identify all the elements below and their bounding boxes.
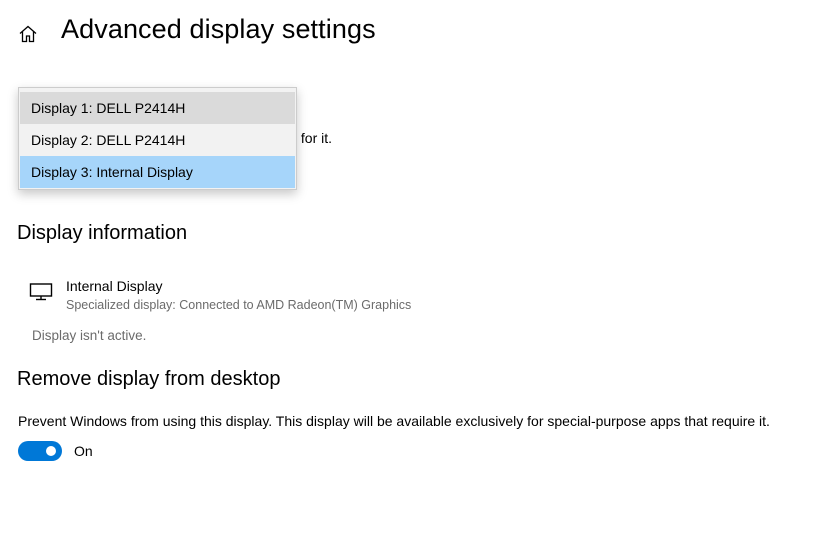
display-information-heading: Display information — [17, 222, 188, 244]
remove-display-description: Prevent Windows from using this display.… — [18, 413, 770, 429]
remove-display-toggle[interactable] — [18, 441, 62, 461]
display-details: Specialized display: Connected to AMD Ra… — [66, 298, 412, 312]
remove-display-heading: Remove display from desktop — [17, 368, 281, 390]
page-title: Advanced display settings — [61, 14, 376, 44]
home-button[interactable] — [14, 20, 42, 48]
display-name: Internal Display — [66, 278, 163, 294]
display-status: Display isn't active. — [32, 328, 147, 343]
dropdown-option-display-2[interactable]: Display 2: DELL P2414H — [20, 124, 295, 156]
display-select-dropdown[interactable]: Display 1: DELL P2414H Display 2: DELL P… — [18, 87, 297, 190]
advanced-display-settings-page: Advanced display settings s for it. Disp… — [0, 0, 828, 534]
dropdown-option-display-1[interactable]: Display 1: DELL P2414H — [20, 92, 295, 124]
monitor-icon — [29, 283, 53, 301]
dropdown-option-display-3[interactable]: Display 3: Internal Display — [20, 156, 295, 188]
toggle-knob — [46, 446, 56, 456]
home-icon — [19, 25, 37, 43]
toggle-state-label: On — [74, 443, 93, 459]
